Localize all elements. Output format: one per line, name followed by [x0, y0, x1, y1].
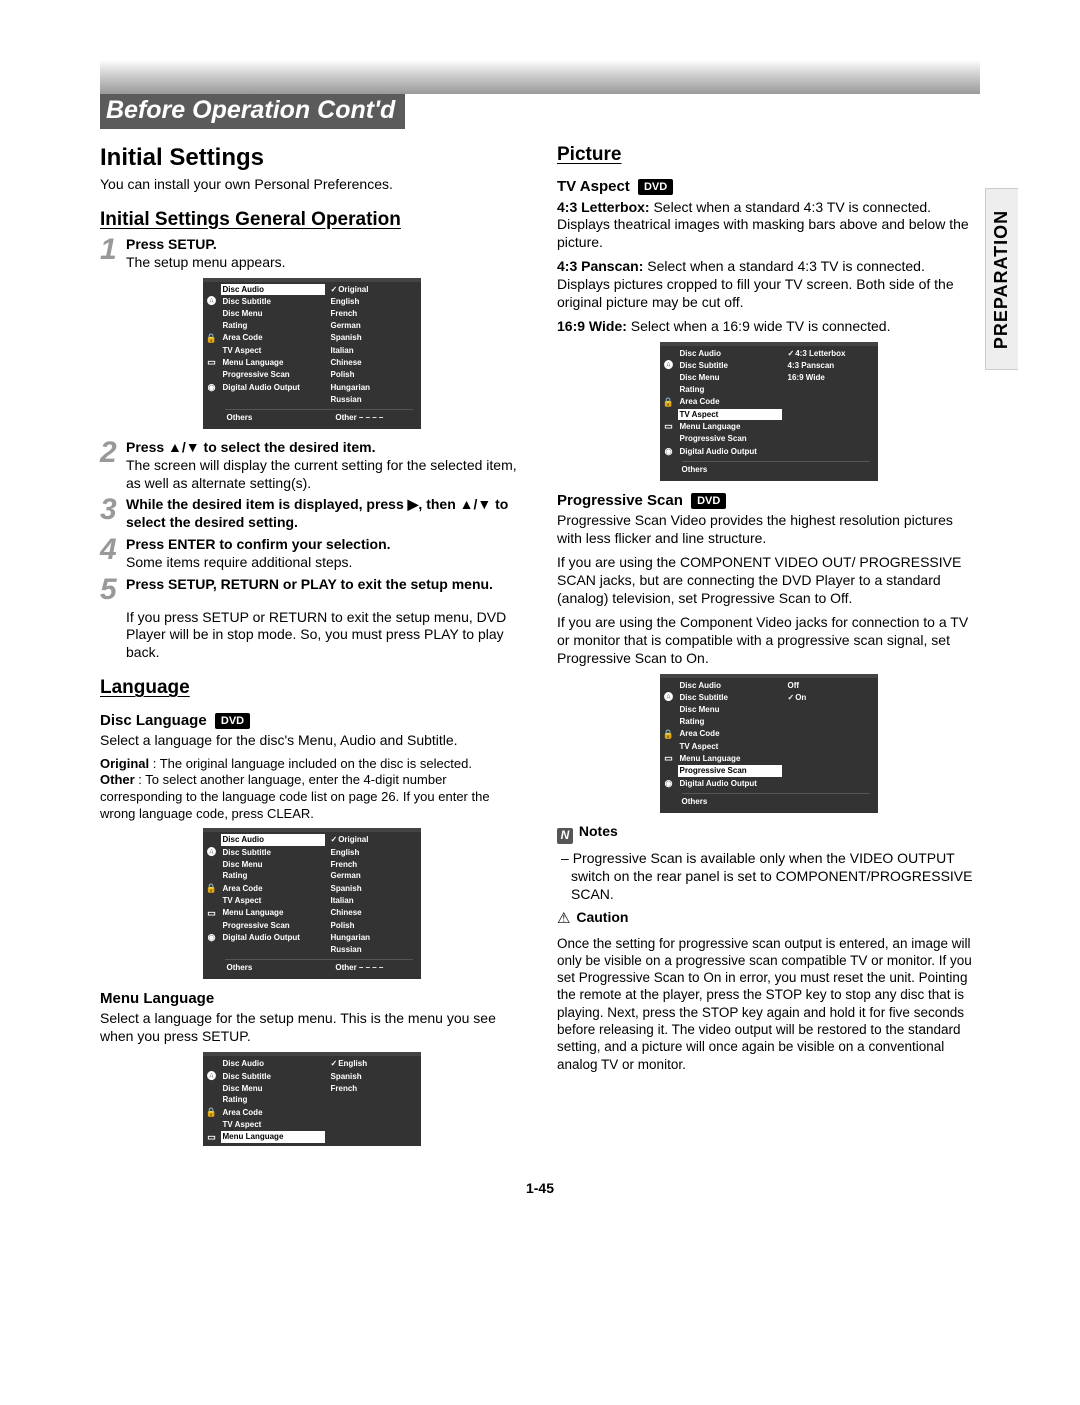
abc-icon: 🅐 — [203, 295, 221, 308]
setup-menu-screenshot-3: Disc AudioEnglish 🅐Disc SubtitleSpanish … — [203, 1052, 421, 1146]
page-number: 1-45 — [100, 1180, 980, 1196]
step-5-tail: If you press SETUP or RETURN to exit the… — [126, 609, 523, 663]
setup-menu-screenshot-1: Disc AudioOriginal 🅐Disc SubtitleEnglish… — [203, 278, 421, 429]
notes-text: Progressive Scan is available only when … — [571, 850, 972, 902]
menu-language-heading: Menu Language — [100, 989, 523, 1008]
audio-icon: ◉ — [660, 777, 678, 790]
original-label: Original — [100, 756, 149, 771]
display-icon: ▭ — [203, 356, 221, 369]
step-body: Some items require additional steps. — [126, 554, 352, 570]
other-label: Other — [100, 772, 135, 787]
picture-heading: Picture — [557, 143, 980, 167]
dvd-badge: DVD — [215, 713, 250, 729]
display-icon: ▭ — [660, 420, 678, 433]
step-5: 5 Press SETUP, RETURN or PLAY to exit th… — [100, 576, 523, 605]
wide-label: 16:9 Wide: — [557, 318, 627, 334]
disc-language-heading: Disc Language DVD — [100, 711, 523, 730]
step-number: 4 — [100, 536, 126, 565]
step-1: 1 Press SETUP. The setup menu appears. — [100, 236, 523, 272]
notes-label: Notes — [579, 823, 618, 839]
step-lead: While the desired item is displayed, pre… — [126, 496, 508, 530]
step-number: 3 — [100, 496, 126, 525]
lock-icon: 🔒 — [203, 332, 221, 345]
manual-page: Before Operation Cont'd PREPARATION Init… — [0, 0, 1080, 1236]
abc-icon: 🅐 — [203, 846, 221, 859]
lock-icon: 🔒 — [203, 1106, 221, 1119]
setup-menu-screenshot-ps: Disc AudioOff 🅐Disc SubtitleOn Disc Menu… — [660, 674, 878, 813]
setup-menu-screenshot-tv: Disc Audio4:3 Letterbox 🅐Disc Subtitle4:… — [660, 342, 878, 481]
ps-text-3: If you are using the Component Video jac… — [557, 614, 980, 668]
step-lead: Press ENTER to confirm your selection. — [126, 536, 391, 552]
caution-icon: ⚠ — [557, 909, 570, 928]
ps-text-2: If you are using the COMPONENT VIDEO OUT… — [557, 554, 980, 608]
step-2: 2 Press ▲/▼ to select the desired item. … — [100, 439, 523, 493]
audio-icon: ◉ — [660, 445, 678, 458]
setup-menu-screenshot-2: Disc AudioOriginal 🅐Disc SubtitleEnglish… — [203, 828, 421, 979]
ps-text-1: Progressive Scan Video provides the high… — [557, 512, 980, 548]
chapter-gradient-bar — [100, 60, 980, 94]
chapter-title: Before Operation Cont'd — [100, 94, 405, 129]
step-lead: Press SETUP. — [126, 236, 217, 252]
step-number: 1 — [100, 236, 126, 265]
step-body: The screen will display the current sett… — [126, 457, 517, 491]
general-operation-heading: Initial Settings General Operation — [100, 208, 523, 232]
abc-icon: 🅐 — [203, 1070, 221, 1083]
step-number: 5 — [100, 576, 126, 605]
dvd-badge: DVD — [691, 493, 726, 509]
audio-icon: ◉ — [203, 931, 221, 944]
step-4: 4 Press ENTER to confirm your selection.… — [100, 536, 523, 572]
step-3: 3 While the desired item is displayed, p… — [100, 496, 523, 532]
letterbox-label: 4:3 Letterbox: — [557, 199, 650, 215]
right-column: Picture TV Aspect DVD 4:3 Letterbox: Sel… — [557, 137, 980, 1156]
initial-settings-heading: Initial Settings — [100, 143, 523, 174]
display-icon: ▭ — [203, 1131, 221, 1144]
caution-text: Once the setting for progressive scan ou… — [557, 935, 980, 1073]
caution-label: Caution — [576, 909, 628, 925]
abc-icon: 🅐 — [660, 359, 678, 372]
lock-icon: 🔒 — [660, 728, 678, 741]
dvd-badge: DVD — [638, 179, 673, 195]
panscan-label: 4:3 Panscan: — [557, 258, 643, 274]
disc-language-text: Select a language for the disc's Menu, A… — [100, 732, 523, 750]
step-lead: Press SETUP, RETURN or PLAY to exit the … — [126, 576, 493, 592]
abc-icon: 🅐 — [660, 691, 678, 704]
menu-language-text: Select a language for the setup menu. Th… — [100, 1010, 523, 1046]
step-number: 2 — [100, 439, 126, 468]
display-icon: ▭ — [203, 907, 221, 920]
left-column: Initial Settings You can install your ow… — [100, 137, 523, 1156]
step-lead: Press ▲/▼ to select the desired item. — [126, 439, 375, 455]
lock-icon: 🔒 — [203, 882, 221, 895]
section-tab: PREPARATION — [985, 188, 1018, 370]
audio-icon: ◉ — [203, 381, 221, 394]
language-heading: Language — [100, 676, 523, 700]
notes-icon: N — [557, 828, 573, 844]
display-icon: ▭ — [660, 752, 678, 765]
lock-icon: 🔒 — [660, 396, 678, 409]
initial-settings-intro: You can install your own Personal Prefer… — [100, 176, 523, 194]
section-tab-label: PREPARATION — [992, 209, 1013, 348]
progressive-scan-heading: Progressive Scan DVD — [557, 491, 980, 510]
tv-aspect-heading: TV Aspect DVD — [557, 177, 980, 196]
step-body: The setup menu appears. — [126, 254, 286, 270]
